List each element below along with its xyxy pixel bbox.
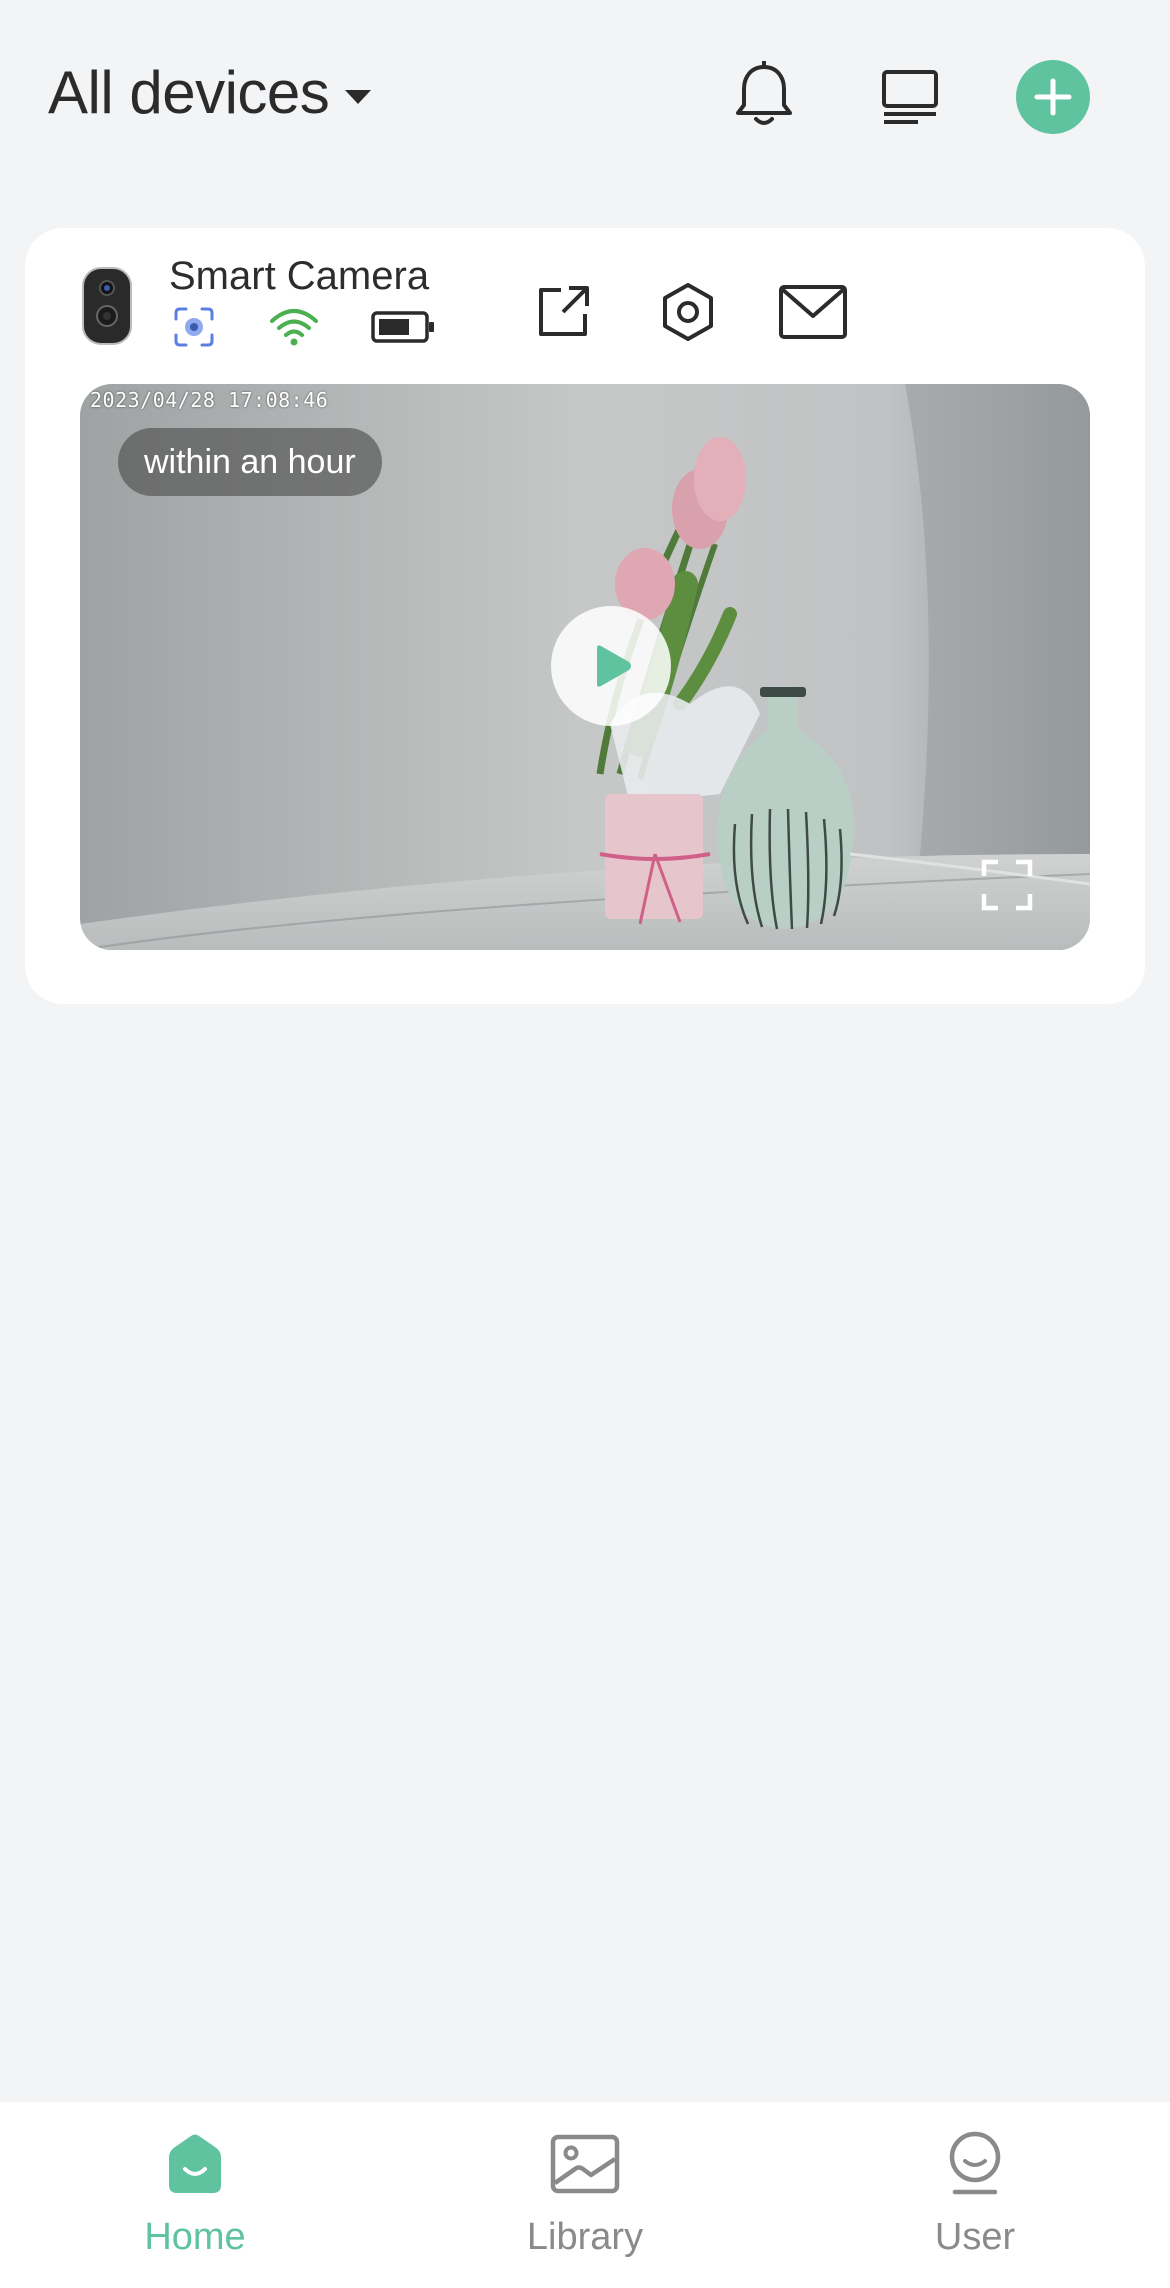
message-icon[interactable]	[773, 272, 853, 352]
motion-detection-icon	[169, 304, 219, 350]
battery-icon	[369, 304, 437, 350]
wifi-icon	[269, 304, 319, 350]
tab-home-label: Home	[144, 2216, 246, 2258]
recording-age-badge: within an hour	[118, 428, 382, 496]
home-icon	[155, 2124, 235, 2204]
plus-icon	[1034, 78, 1072, 116]
bell-icon[interactable]	[724, 56, 804, 136]
add-device-button[interactable]	[1016, 60, 1090, 134]
bottom-tab-bar: Home Library User	[0, 2102, 1170, 2288]
play-button[interactable]	[551, 606, 671, 726]
tab-user-label: User	[934, 2216, 1016, 2258]
device-list-icon[interactable]	[870, 56, 950, 136]
settings-icon[interactable]	[648, 272, 728, 352]
camera-thumbnail	[79, 266, 135, 346]
tab-library[interactable]: Library	[485, 2124, 685, 2274]
device-name: Smart Camera	[169, 254, 430, 298]
caret-down-icon	[345, 89, 372, 104]
tab-home[interactable]: Home	[95, 2124, 295, 2274]
header: All devices	[0, 0, 1170, 190]
play-icon	[597, 645, 631, 687]
tab-library-label: Library	[526, 2216, 644, 2258]
device-status	[169, 304, 487, 350]
tab-user[interactable]: User	[875, 2124, 1075, 2274]
device-group-selector[interactable]: All devices	[48, 58, 372, 127]
camera-preview[interactable]: 2023/04/28 17:08:46 within an hour	[80, 384, 1090, 950]
user-icon	[935, 2124, 1015, 2204]
fullscreen-icon[interactable]	[980, 858, 1034, 912]
library-icon	[545, 2124, 625, 2204]
share-icon[interactable]	[523, 272, 603, 352]
preview-timestamp: 2023/04/28 17:08:46	[90, 388, 329, 412]
device-card[interactable]: Smart Camera 2023/04/28 17:08:46 within …	[25, 228, 1145, 1004]
page-title: All devices	[48, 59, 330, 126]
